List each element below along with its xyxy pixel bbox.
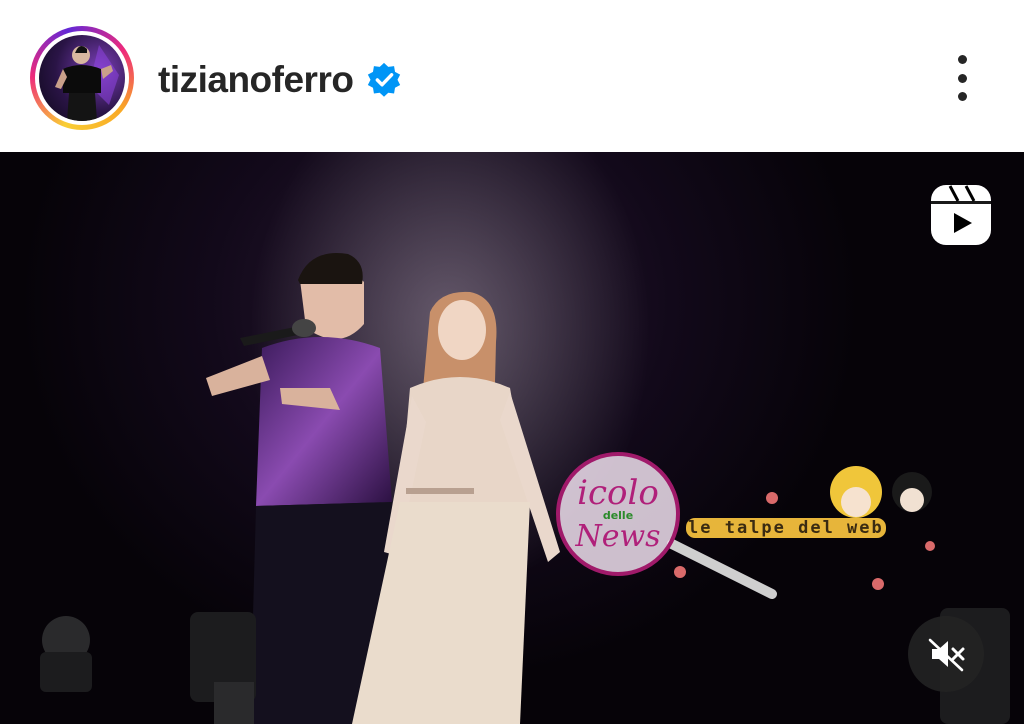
more-dot (957, 92, 967, 101)
reel-video[interactable]: icolo delle News le talpe del web (0, 152, 1024, 724)
reels-icon (931, 185, 991, 245)
watermark-mascots (830, 466, 932, 518)
watermark-badge: icolo delle News (556, 452, 680, 576)
username-link[interactable]: tizianoferro (158, 59, 354, 101)
story-ring[interactable] (30, 26, 134, 130)
username-row: tizianoferro (158, 52, 403, 108)
stage-light (40, 608, 1010, 724)
watermark-handle (667, 539, 777, 599)
more-dot (957, 73, 967, 83)
video-frame (40, 152, 1010, 724)
speaker-muted-icon (928, 638, 965, 672)
post-header: tizianoferro (0, 0, 1024, 152)
avatar-border (35, 31, 129, 125)
watermark-caption: le talpe del web (686, 518, 886, 538)
mute-toggle-button[interactable] (908, 616, 984, 692)
verified-badge-icon (368, 62, 401, 97)
more-options-button[interactable] (942, 50, 982, 106)
avatar[interactable] (39, 35, 125, 121)
watermark-line3: News (575, 519, 661, 555)
avatar-photo (55, 45, 119, 121)
more-dot (957, 55, 967, 64)
watermark-line1: icolo (577, 472, 659, 513)
watermark-paws (674, 492, 935, 590)
